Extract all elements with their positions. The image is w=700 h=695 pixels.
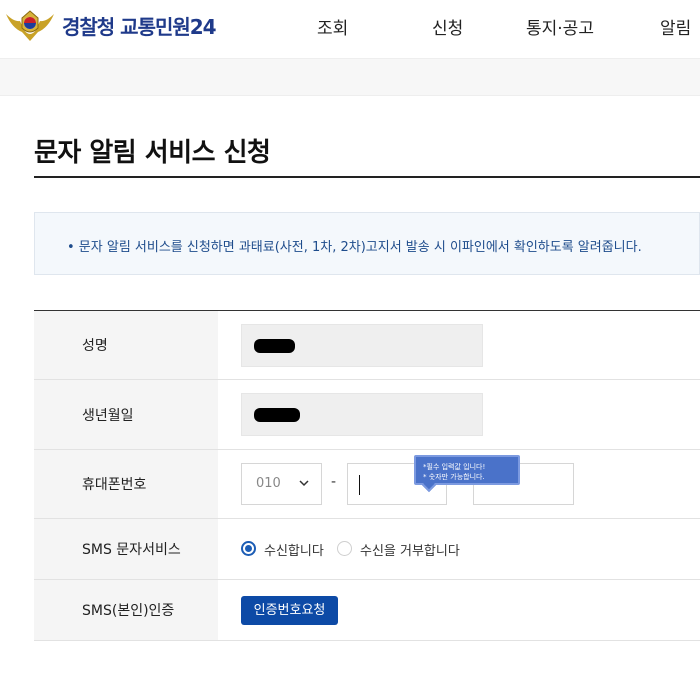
- sms-accept-label[interactable]: 수신합니다: [264, 540, 324, 559]
- sms-row: SMS 문자서비스 수신합니다 수신을 거부합니다: [34, 519, 700, 580]
- sms-label: SMS 문자서비스: [82, 542, 181, 558]
- nav-alerts[interactable]: 알림: [660, 14, 691, 39]
- tooltip-required-text: *필수 입력값 입니다!: [423, 463, 486, 471]
- page-title: 문자 알림 서비스 신청: [34, 138, 271, 168]
- text-caret: [359, 475, 360, 495]
- chevron-down-icon: [299, 480, 309, 487]
- name-row: 성명: [34, 311, 700, 380]
- sms-decline-label[interactable]: 수신을 거부합니다: [360, 540, 460, 559]
- police-emblem-icon: [6, 10, 54, 41]
- sms-accept-radio[interactable]: [241, 541, 256, 556]
- nav-notice[interactable]: 통지·공고: [526, 14, 594, 39]
- sms-label-cell: SMS 문자서비스: [34, 519, 218, 579]
- birth-label: 생년월일: [82, 407, 134, 424]
- auth-row: SMS(본인)인증 인증번호요청: [34, 580, 700, 641]
- auth-label-cell: SMS(본인)인증: [34, 580, 218, 640]
- validation-tooltip: *필수 입력값 입니다! * 숫자만 가능합니다.: [414, 455, 520, 493]
- site-header: 경찰청 교통민원24 조회 신청 통지·공고 알림: [0, 0, 700, 58]
- brand-name: 경찰청 교통민원24: [62, 14, 217, 39]
- site-logo[interactable]: 경찰청 교통민원24: [4, 8, 217, 42]
- phone-label-cell: 휴대폰번호: [34, 450, 218, 518]
- phone-prefix-select[interactable]: 010: [241, 463, 322, 505]
- phone-prefix-value: 010: [256, 476, 281, 491]
- breadcrumb-bar: [0, 58, 700, 96]
- birth-field[interactable]: [241, 393, 483, 436]
- notice-text: • 문자 알림 서비스를 신청하면 과태료(사전, 1차, 2차)고지서 발송 …: [67, 240, 642, 255]
- phone-label: 휴대폰번호: [82, 477, 147, 493]
- name-label: 성명: [82, 338, 108, 354]
- name-label-cell: 성명: [34, 311, 218, 379]
- nav-inquiry[interactable]: 조회: [317, 14, 348, 39]
- redaction-mark: [254, 339, 295, 353]
- auth-label: SMS(본인)인증: [82, 603, 175, 619]
- sms-decline-radio[interactable]: [337, 541, 352, 556]
- phone-row: 휴대폰번호 010 - *필수 입력값 입니다! * 숫자만 가능합니다.: [34, 450, 700, 519]
- name-field[interactable]: [241, 324, 483, 367]
- birth-label-cell: 생년월일: [34, 380, 218, 449]
- nav-application[interactable]: 신청: [432, 14, 463, 39]
- redaction-mark: [254, 408, 300, 422]
- application-form: 성명 생년월일 휴대폰번호 010 - *필수 입력값 입니다! * 숫자만 가…: [34, 310, 700, 641]
- info-notice-box: • 문자 알림 서비스를 신청하면 과태료(사전, 1차, 2차)고지서 발송 …: [34, 212, 700, 275]
- title-divider: [34, 176, 700, 178]
- phone-separator: -: [331, 474, 337, 490]
- birth-row: 생년월일: [34, 380, 700, 450]
- request-code-button[interactable]: 인증번호요청: [241, 596, 338, 625]
